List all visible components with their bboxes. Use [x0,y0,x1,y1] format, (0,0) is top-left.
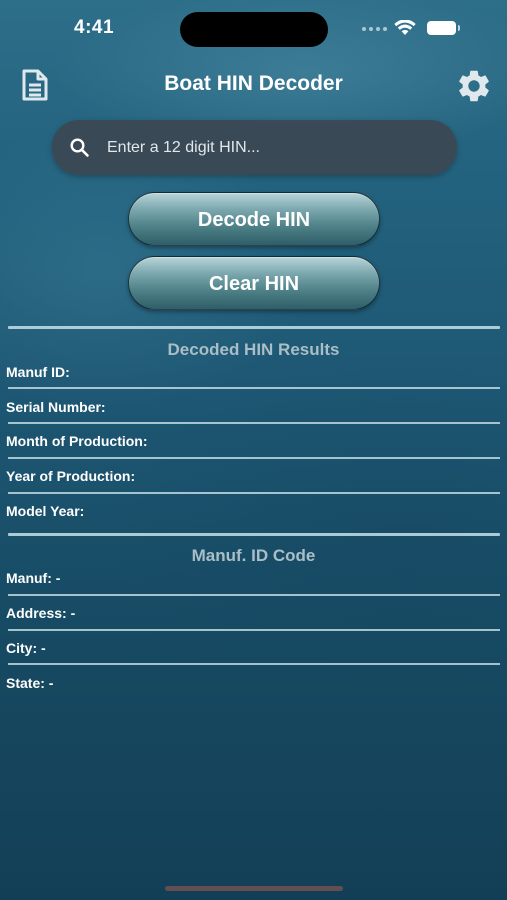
serial-number-label: Serial Number: [6,399,106,415]
results-heading: Decoded HIN Results [167,340,340,359]
search-icon [70,138,89,157]
row-divider [8,387,500,389]
search-bar [52,120,457,175]
row-divider [8,422,500,424]
status-bar: 4:41 [0,0,507,56]
cellular-signal-icon [362,27,388,33]
row-divider [8,594,500,596]
dynamic-island [180,12,328,47]
settings-button[interactable] [451,63,497,109]
state-label: State: - [6,675,54,691]
model-year-label: Model Year: [6,503,85,519]
clear-hin-button[interactable]: Clear HIN [128,256,380,310]
row-divider [8,457,500,459]
header: Boat HIN Decoder [0,56,507,112]
app-title: Boat HIN Decoder [164,72,343,95]
row-divider [8,629,500,631]
manuf-label: Manuf: - [6,570,61,586]
row-divider [8,663,500,665]
decode-hin-button[interactable]: Decode HIN [128,192,380,246]
battery-icon [427,21,460,35]
status-time: 4:41 [74,17,115,38]
section-divider [8,326,500,329]
address-label: Address: - [6,605,76,621]
gear-icon [459,70,489,102]
year-of-production-label: Year of Production: [6,468,136,484]
manuf-id-code-heading: Manuf. ID Code [191,546,316,565]
hin-input[interactable] [107,134,437,162]
month-of-production-label: Month of Production: [6,433,148,449]
section-divider [8,533,500,536]
home-indicator [165,886,343,891]
row-divider [8,492,500,494]
manuf-id-label: Manuf ID: [6,364,70,380]
city-label: City: - [6,640,46,656]
wifi-icon [394,20,416,35]
